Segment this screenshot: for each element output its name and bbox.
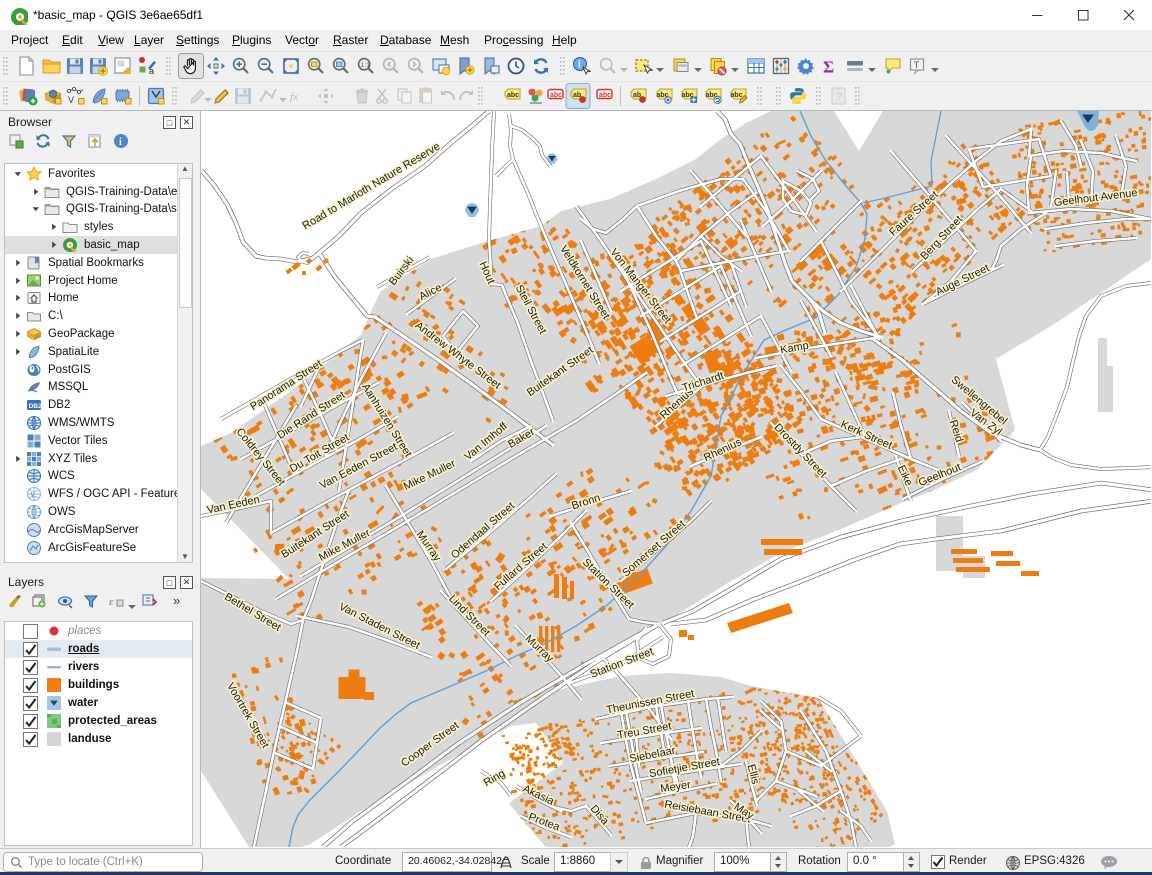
svg-text:?: ? [836, 91, 842, 103]
svg-text:1:1: 1:1 [361, 62, 370, 69]
svg-text:abc: abc [731, 92, 743, 99]
svg-text:i: i [578, 60, 581, 71]
svg-text:ε: ε [109, 596, 114, 608]
svg-text:a: a [149, 66, 154, 76]
svg-text:Σ: Σ [823, 58, 834, 77]
svg-text:abc: abc [550, 92, 562, 99]
svg-text:abc: abc [507, 92, 519, 99]
svg-text:Road to Marloth Nature Reserve: Road to Marloth Nature Reserve [300, 141, 442, 233]
svg-text:»: » [173, 593, 180, 608]
svg-text:DB2: DB2 [29, 403, 42, 410]
svg-text:fx: fx [290, 91, 298, 103]
svg-text:T: T [914, 60, 920, 71]
svg-text:i: i [119, 137, 122, 148]
svg-text:V: V [68, 95, 74, 105]
svg-text:V: V [31, 493, 35, 499]
svg-text:abc: abc [599, 92, 611, 99]
